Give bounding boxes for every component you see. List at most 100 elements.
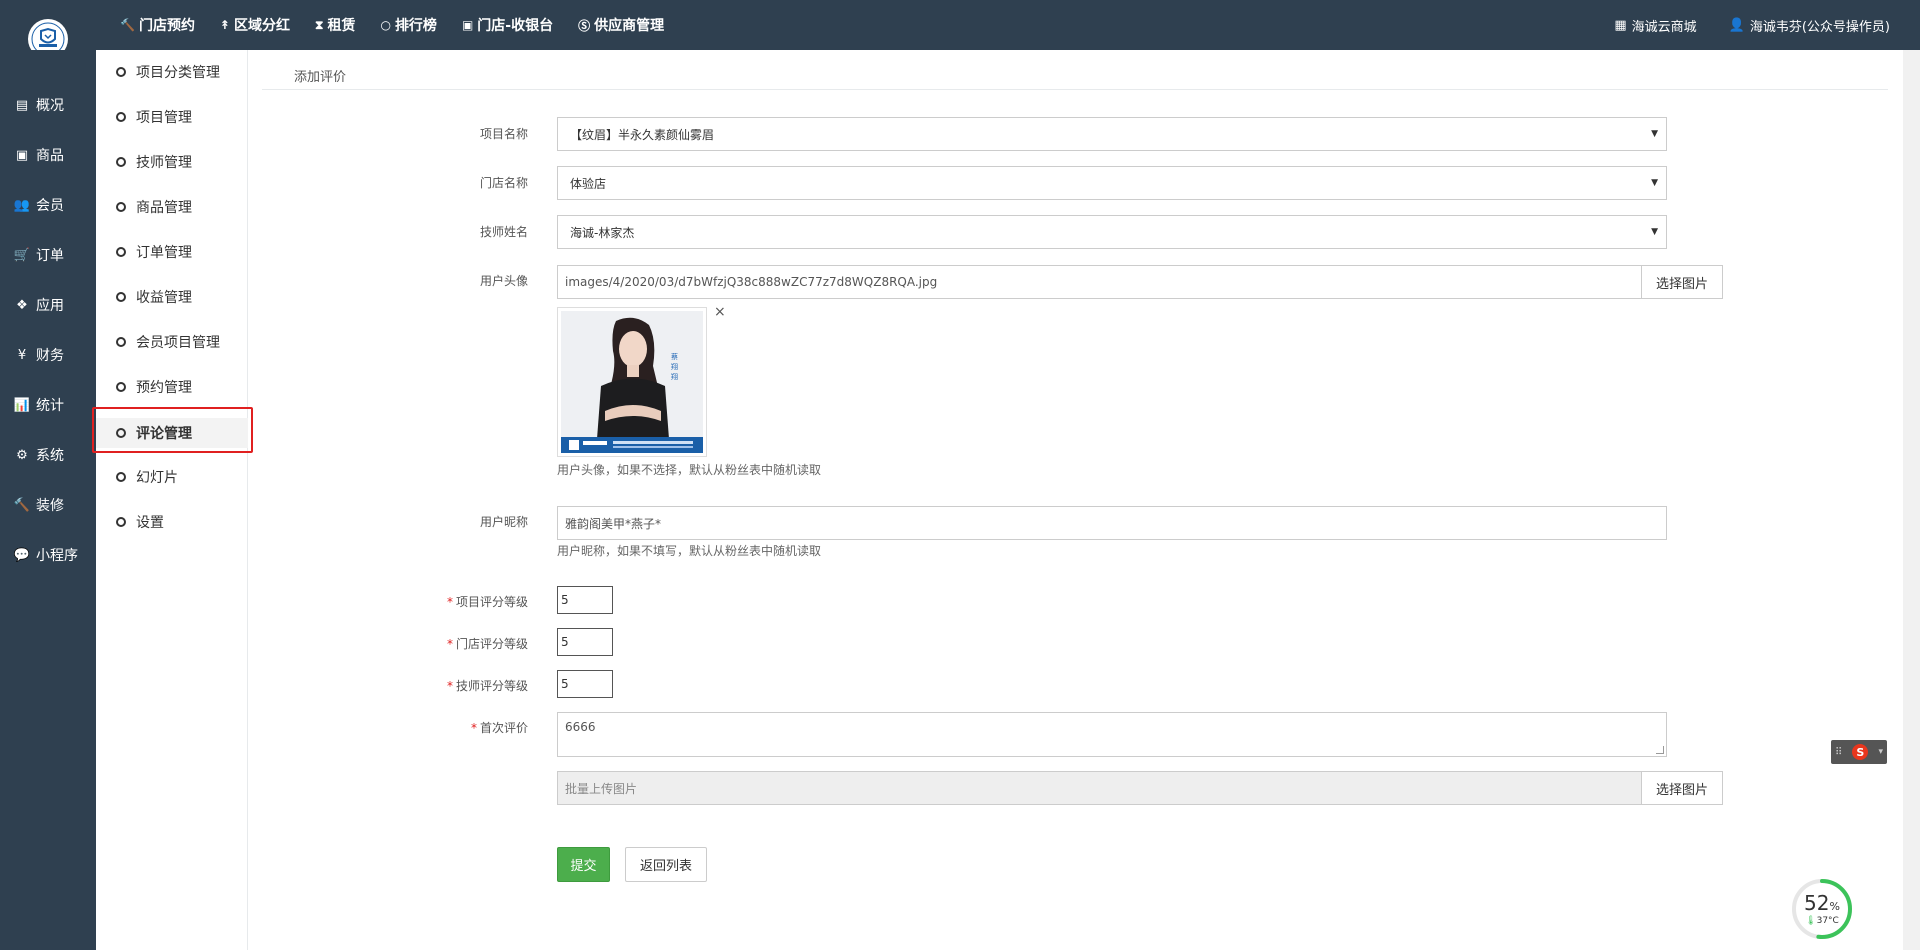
technician-name-select[interactable]: 海诚-林家杰 ▼ <box>557 215 1667 249</box>
shop-link[interactable]: ▦ 海诚云商城 <box>1614 16 1696 35</box>
first-review-label: * 首次评价 <box>470 721 528 735</box>
sub-nav: 项目分类管理 项目管理 技师管理 商品管理 订单管理 收益管理 会员项目管理 预… <box>96 50 248 950</box>
subnav-item-project[interactable]: 项目管理 <box>96 102 248 132</box>
inbox-icon: ▤ <box>15 97 29 113</box>
subnav-item-settings[interactable]: 设置 <box>96 507 248 537</box>
sidebar-item-stats[interactable]: 📊 统计 <box>0 390 96 420</box>
active-item-highlight <box>92 407 253 453</box>
circle-icon <box>116 292 126 302</box>
page-title: 添加评价 <box>294 70 347 85</box>
hourglass-icon: ⧗ <box>315 17 324 32</box>
sidebar-item-overview[interactable]: ▤ 概况 <box>0 90 96 120</box>
avatar-preview: 蔡 翔 翔 <box>557 307 707 457</box>
subnav-item-goods[interactable]: 商品管理 <box>96 192 248 222</box>
store-rating-label: * 门店评分等级 <box>446 637 528 651</box>
circle-icon <box>116 67 126 77</box>
sidebar-item-miniapp[interactable]: 💬 小程序 <box>0 540 96 570</box>
thermometer-icon: 🌡 <box>1805 916 1817 926</box>
cart-icon: 🛒 <box>13 247 31 263</box>
subnav-item-category[interactable]: 项目分类管理 <box>96 57 248 87</box>
technician-rating-input[interactable]: 5 <box>557 670 613 698</box>
submit-button[interactable]: 提交 <box>557 847 610 882</box>
sidebar-item-system[interactable]: ⚙ 系统 <box>0 440 96 470</box>
circle-icon <box>116 247 126 257</box>
user-menu[interactable]: 👤 海诚韦芬(公众号操作员) <box>1729 16 1890 35</box>
svg-text:蔡: 蔡 <box>671 352 678 361</box>
nickname-label: 用户昵称 <box>479 515 528 529</box>
sogou-icon: S <box>1852 744 1869 760</box>
topnav-ranking[interactable]: ○ 排行榜 <box>380 15 436 35</box>
project-rating-input[interactable]: 5 <box>557 586 613 614</box>
sidebar-item-decorate[interactable]: 🔨 装修 <box>0 490 96 520</box>
avatar-image: 蔡 翔 翔 <box>561 311 703 453</box>
chevron-down-icon: ▾ <box>1878 747 1883 757</box>
bar-chart-icon: 📊 <box>13 397 31 413</box>
first-review-textarea[interactable]: 6666 <box>557 712 1667 757</box>
sidebar-item-members[interactable]: 👥 会员 <box>0 190 96 220</box>
circle-icon <box>116 157 126 167</box>
project-rating-label: * 项目评分等级 <box>446 595 528 609</box>
topnav-supplier[interactable]: Ⓢ 供应商管理 <box>578 15 664 35</box>
yen-icon: ¥ <box>17 347 27 363</box>
hammer-icon: 🔨 <box>13 497 31 513</box>
circle-icon <box>116 202 126 212</box>
resize-grip-icon[interactable] <box>1656 746 1664 754</box>
svg-text:翔: 翔 <box>671 372 678 381</box>
sidebar-item-goods[interactable]: ▣ 商品 <box>0 140 96 170</box>
gavel-icon: 🔨 <box>120 18 135 32</box>
select-batch-images-button[interactable]: 选择图片 <box>1641 771 1723 805</box>
sidebar-item-finance[interactable]: ¥ 财务 <box>0 340 96 370</box>
store-name-select[interactable]: 体验店 ▼ <box>557 166 1667 200</box>
select-avatar-button[interactable]: 选择图片 <box>1641 265 1723 299</box>
grip-icon: ⠿ <box>1835 746 1843 758</box>
nickname-input[interactable]: 雅韵阁美甲*燕子* <box>557 506 1667 540</box>
subnav-item-technician[interactable]: 技师管理 <box>96 147 248 177</box>
batch-upload-input[interactable]: 批量上传图片 <box>557 771 1642 805</box>
project-name-label: 项目名称 <box>479 127 528 141</box>
subnav-item-slides[interactable]: 幻灯片 <box>96 462 248 492</box>
topnav-lease[interactable]: ⧗ 租赁 <box>315 15 355 35</box>
subnav-item-member-project[interactable]: 会员项目管理 <box>96 327 248 357</box>
store-rating-input[interactable]: 5 <box>557 628 613 656</box>
pin-icon: ↟ <box>219 18 231 32</box>
cubes-icon: ❖ <box>16 297 28 313</box>
store-name-label: 门店名称 <box>479 176 528 190</box>
avatar-label: 用户头像 <box>479 274 528 288</box>
system-monitor-widget[interactable]: 52% 🌡37°C <box>1790 877 1854 941</box>
topnav-store-booking[interactable]: 🔨 门店预约 <box>120 15 195 35</box>
avatar-path-input[interactable]: images/4/2020/03/d7bWfzjQ38c888wZC77z7d8… <box>557 265 1642 299</box>
technician-name-label: 技师姓名 <box>479 225 528 239</box>
circle-icon: ○ <box>380 18 391 32</box>
usage-percent: 52% <box>1804 891 1840 915</box>
circle-icon <box>116 472 126 482</box>
circle-icon <box>116 382 126 392</box>
topnav-region-dividend[interactable]: ↟ 区域分红 <box>220 15 290 35</box>
cogs-icon: ⚙ <box>16 447 28 463</box>
ime-toolbar[interactable]: ⠿ S ▾ <box>1831 740 1887 764</box>
circle-icon <box>116 517 126 527</box>
skype-icon: Ⓢ <box>578 18 591 33</box>
sidebar-item-orders[interactable]: 🛒 订单 <box>0 240 96 270</box>
technician-rating-label: * 技师评分等级 <box>446 679 528 693</box>
users-icon: 👥 <box>13 197 31 213</box>
circle-icon <box>116 337 126 347</box>
box-icon: ▣ <box>15 147 29 163</box>
subnav-item-earnings[interactable]: 收益管理 <box>96 282 248 312</box>
remove-avatar-icon[interactable]: × <box>714 304 726 320</box>
subnav-item-booking[interactable]: 预约管理 <box>96 372 248 402</box>
project-name-select[interactable]: 【纹眉】半永久素颜仙雾眉 ▼ <box>557 117 1667 151</box>
wechat-icon: 💬 <box>13 547 31 563</box>
back-to-list-button[interactable]: 返回列表 <box>625 847 707 882</box>
caret-down-icon: ▼ <box>1651 129 1658 139</box>
sidebar-item-apps[interactable]: ❖ 应用 <box>0 290 96 320</box>
top-right: ▦ 海诚云商城 👤 海诚韦芬(公众号操作员) <box>1582 0 1890 50</box>
user-icon: 👤 <box>1728 17 1745 33</box>
cash-icon: ▣ <box>461 18 474 32</box>
grid-icon: ▦ <box>1614 17 1627 33</box>
avatar-hint: 用户头像，如果不选择，默认从粉丝表中随机读取 <box>557 463 822 477</box>
svg-text:翔: 翔 <box>671 362 678 371</box>
page-scrollbar[interactable] <box>1903 50 1920 950</box>
topnav-cashier[interactable]: ▣ 门店-收银台 <box>462 15 553 35</box>
circle-icon <box>116 112 126 122</box>
subnav-item-orders[interactable]: 订单管理 <box>96 237 248 267</box>
